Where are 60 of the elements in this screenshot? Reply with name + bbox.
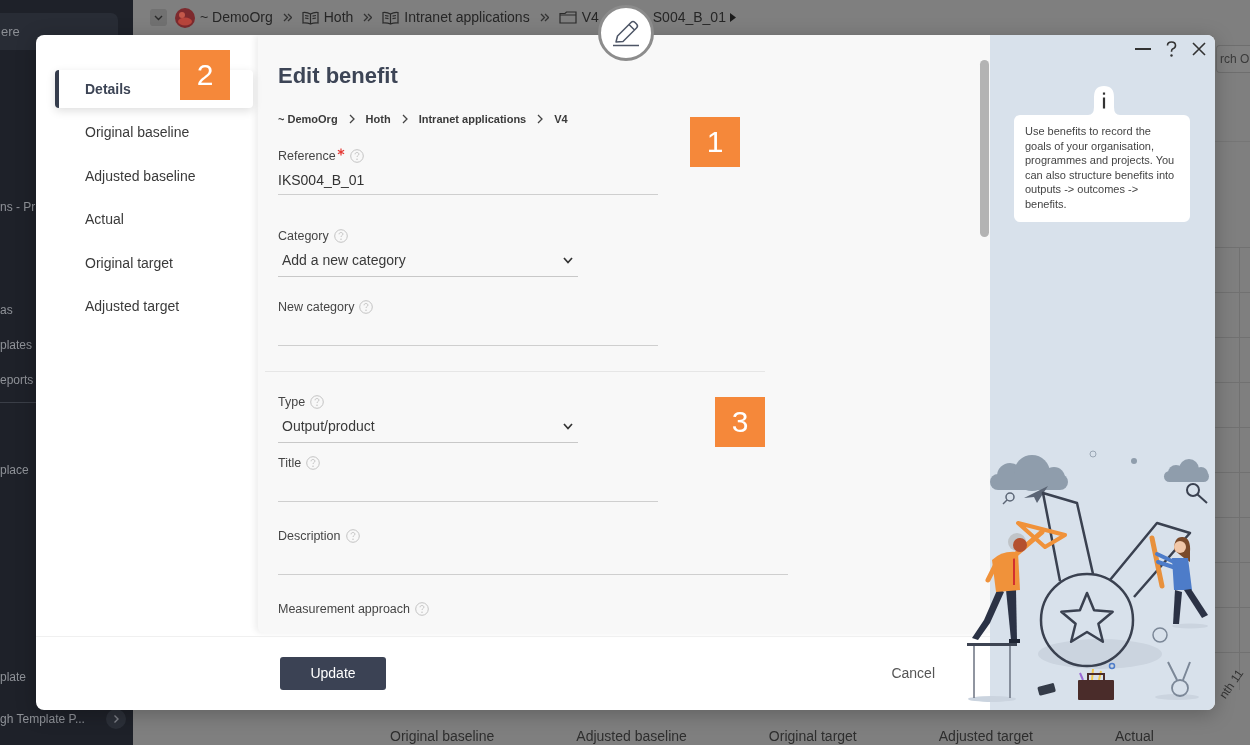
double-chevron-icon: [539, 13, 549, 22]
close-icon[interactable]: [1192, 42, 1206, 56]
breadcrumb-link[interactable]: ~ DemoOrg: [200, 7, 273, 28]
double-chevron-icon: [282, 13, 292, 22]
cancel-button[interactable]: Cancel: [891, 659, 935, 688]
chevron-down-icon: [563, 257, 573, 264]
legend-label: Adjusted target: [938, 727, 1033, 745]
dropdown[interactable]: Add a new category: [278, 245, 578, 277]
caret-right-icon[interactable]: [729, 13, 736, 22]
nav-tab[interactable]: Adjusted target: [55, 287, 253, 326]
search-field[interactable]: rch O: [1216, 45, 1250, 73]
nav-tab[interactable]: Original baseline: [55, 113, 253, 152]
legend-label: Original target: [768, 727, 857, 745]
chevron-down-icon: [563, 423, 573, 430]
dialog-title: Edit benefit: [278, 63, 398, 89]
breadcrumb-link[interactable]: Hoth: [365, 110, 391, 128]
collapse-button[interactable]: [150, 9, 167, 26]
minimize-icon[interactable]: [1135, 48, 1151, 50]
legend-label: Actual: [1114, 727, 1154, 745]
info-icon: [1088, 85, 1120, 115]
folder-icon: [558, 11, 577, 24]
legend-label: Adjusted baseline: [576, 727, 687, 745]
breadcrumb-link[interactable]: Intranet applications: [404, 7, 530, 28]
field-label: Title: [278, 454, 302, 472]
avatar-icon: [175, 7, 195, 28]
double-chevron-icon: [363, 13, 373, 22]
chevron-down-icon: [154, 14, 163, 21]
breadcrumb-link[interactable]: Intranet applications: [418, 110, 527, 128]
field-label: Description: [278, 527, 341, 545]
book-icon: [382, 10, 400, 25]
field-label: Reference: [278, 147, 336, 165]
sidebar-link[interactable]: gh Template P...: [0, 709, 85, 729]
update-button[interactable]: Update: [280, 657, 386, 690]
breadcrumb-link[interactable]: V4: [581, 7, 599, 28]
nav-tab[interactable]: Adjusted baseline: [55, 157, 253, 196]
help-icon[interactable]: [1166, 41, 1177, 57]
axis-label: nth 11: [1216, 666, 1247, 702]
text-field[interactable]: IKS004_B_01: [278, 165, 658, 195]
chevron-right-icon[interactable]: [106, 709, 126, 729]
callout-marker: 2: [180, 50, 230, 100]
callout-marker: 1: [690, 117, 740, 167]
field-label: Type: [278, 393, 306, 411]
breadcrumb-link[interactable]: ~ DemoOrg: [278, 110, 338, 128]
field-label: Category: [278, 227, 329, 245]
chevron-right-icon: [537, 114, 544, 124]
nav-tab[interactable]: Actual: [55, 200, 253, 239]
breadcrumb-link[interactable]: S004_B_01: [652, 7, 726, 28]
info-tooltip: Use benefits to record the goals of your organisation, programmes and projects. You can also structure benefits into outputs -> outcomes -> benefits.: [1014, 115, 1190, 222]
chevron-right-icon: [401, 114, 408, 124]
nav-tab[interactable]: Original target: [55, 244, 253, 283]
field-label: Measurement approach: [278, 600, 411, 618]
breadcrumb-link[interactable]: Hoth: [323, 7, 354, 28]
breadcrumb-link[interactable]: V4: [554, 110, 568, 128]
chevron-right-icon: [348, 114, 355, 124]
dropdown[interactable]: Output/product: [278, 411, 578, 443]
legend-label: Original baseline: [390, 727, 495, 745]
scrollbar[interactable]: [980, 60, 989, 237]
field-label: New category: [278, 298, 355, 316]
callout-marker: 3: [715, 397, 765, 447]
book-icon: [301, 10, 319, 25]
